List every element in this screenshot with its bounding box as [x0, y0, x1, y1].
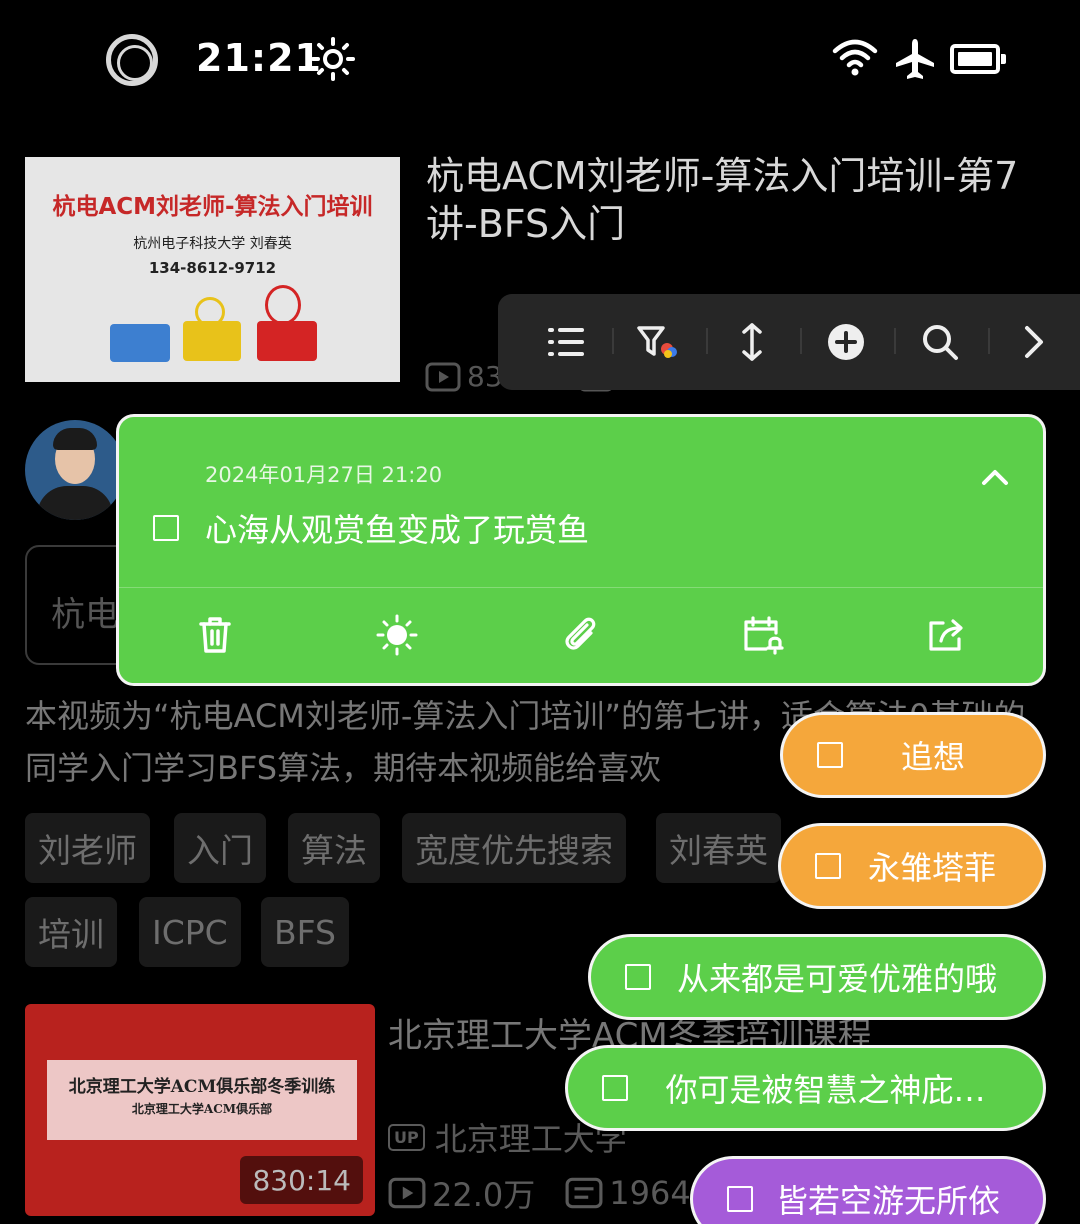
status-bar: 21:21 [0, 0, 1080, 120]
up-badge-icon: UP [388, 1123, 425, 1151]
pill-label: 追想 [900, 738, 965, 776]
tag[interactable]: ICPC [139, 897, 241, 967]
tag[interactable]: 刘老师 [25, 813, 150, 883]
note-pill[interactable]: 你可是被智慧之神庇… [565, 1045, 1046, 1131]
list-icon[interactable] [542, 318, 590, 366]
video-stats: 22.0万 1964 [388, 1170, 691, 1216]
balloon-graphic [265, 285, 301, 325]
toolbar-divider [894, 328, 896, 354]
status-time: 21:21 [196, 36, 322, 80]
assistant-ring-icon [106, 34, 158, 86]
pill-label: 从来都是可爱优雅的哦 [676, 960, 997, 998]
note-checkbox[interactable] [153, 515, 179, 541]
video-duration: 830:14 [240, 1156, 363, 1204]
filter-icon[interactable] [634, 318, 682, 366]
toolbar-divider [800, 328, 802, 354]
pill-checkbox[interactable] [815, 853, 841, 879]
play-count-icon [425, 362, 461, 391]
video-thumbnail[interactable]: 杭电ACM刘老师-算法入门培训 杭州电子科技大学 刘春英 134-8612-97… [25, 157, 400, 382]
calendar-reminder-icon[interactable] [741, 613, 785, 657]
battery-icon [950, 44, 1006, 74]
thumbnail-title: 北京理工大学ACM俱乐部冬季训练 [68, 1077, 336, 1097]
note-date: 2024年01月27日 21:20 [205, 463, 443, 487]
sort-vertical-icon[interactable] [728, 318, 776, 366]
airplane-mode-icon [896, 39, 934, 79]
thumbnail-subtitle: 杭州电子科技大学 刘春英 [133, 236, 292, 252]
tag[interactable]: BFS [261, 897, 349, 967]
toolbar-divider [988, 328, 990, 354]
collection-chip-label: 杭电 [51, 595, 119, 635]
video-title[interactable]: 杭电ACM刘老师-算法入门培训-第7讲-BFS入门 [426, 152, 1056, 248]
play-count-icon [388, 1177, 426, 1209]
tag[interactable]: 培训 [25, 897, 117, 967]
toolbar-divider [612, 328, 614, 354]
note-pill[interactable]: 皆若空游无所依 [690, 1156, 1046, 1224]
note-text[interactable]: 心海从观赏鱼变成了玩赏鱼 [205, 505, 589, 551]
share-icon[interactable] [925, 613, 969, 657]
note-card[interactable]: 2024年01月27日 21:20 心海从观赏鱼变成了玩赏鱼 [116, 414, 1046, 686]
play-count: 22.0万 [432, 1176, 536, 1214]
brightness-icon[interactable] [375, 613, 419, 657]
tag[interactable]: 入门 [174, 813, 266, 883]
pill-checkbox[interactable] [817, 742, 843, 768]
video-thumbnail[interactable]: 北京理工大学ACM俱乐部冬季训练 北京理工大学ACM俱乐部 830:14 [25, 1004, 375, 1216]
chevron-up-icon[interactable] [975, 457, 1015, 497]
danmaku-count-icon [565, 1177, 603, 1209]
bulb-block-graphic [183, 321, 241, 361]
note-divider [119, 587, 1043, 588]
thumbnail-title: 杭电ACM刘老师-算法入门培训 [52, 194, 373, 220]
note-pill[interactable]: 从来都是可爱优雅的哦 [588, 934, 1046, 1020]
trash-icon[interactable] [193, 613, 237, 657]
pill-checkbox[interactable] [727, 1186, 753, 1212]
pill-label: 你可是被智慧之神庇… [665, 1071, 986, 1109]
attachment-icon[interactable] [559, 613, 603, 657]
pill-checkbox[interactable] [625, 964, 651, 990]
toolbar-divider [706, 328, 708, 354]
tag[interactable]: 刘春英 [656, 813, 781, 883]
chevron-right-icon[interactable] [1010, 318, 1058, 366]
add-circle-icon[interactable] [822, 318, 870, 366]
tag[interactable]: 算法 [288, 813, 380, 883]
search-icon[interactable] [916, 318, 964, 366]
cloud-block-graphic [110, 324, 170, 362]
pill-label: 皆若空游无所依 [775, 1182, 1000, 1220]
note-pill[interactable]: 追想 [780, 712, 1046, 798]
floating-toolbar [498, 294, 1080, 390]
pill-checkbox[interactable] [602, 1075, 628, 1101]
thumbnail-phone: 134-8612-9712 [148, 259, 277, 277]
avatar[interactable] [25, 420, 125, 520]
balloon-block-graphic [257, 321, 317, 361]
brightness-icon [311, 37, 355, 81]
note-pill[interactable]: 永雏塔菲 [778, 823, 1046, 909]
wifi-icon [832, 39, 878, 76]
danmaku-count: 1964 [609, 1174, 691, 1212]
pill-label: 永雏塔菲 [867, 849, 996, 887]
thumbnail-subtitle: 北京理工大学ACM俱乐部 [131, 1102, 273, 1116]
tag[interactable]: 宽度优先搜索 [402, 813, 626, 883]
